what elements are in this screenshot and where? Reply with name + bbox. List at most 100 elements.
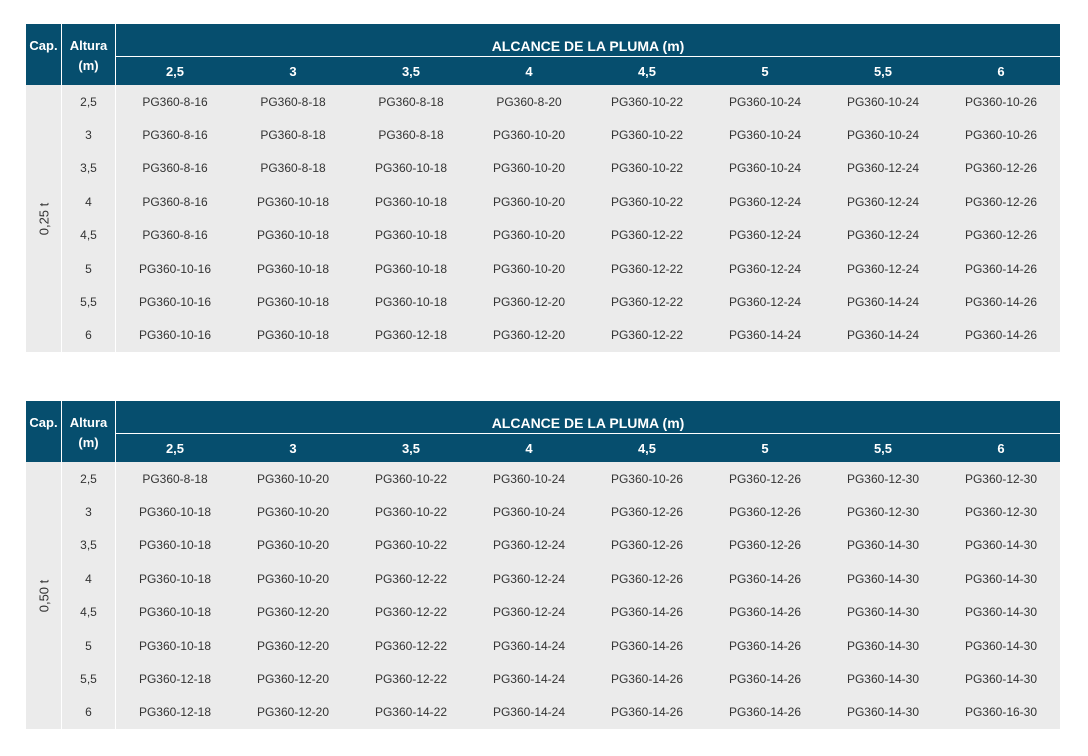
table-row: 3,5 PG360-8-16 PG360-8-18 PG360-10-18 PG360-… [26,151,1060,186]
altura-header-line2: (m) [78,435,99,450]
model-cell: PG360-12-26 [942,151,1060,186]
model-cell: PG360-10-18 [352,185,470,219]
model-cell: PG360-12-30 [942,495,1060,529]
table-row: 3 PG360-10-18 PG360-10-20 PG360-10-22 PG360-… [26,495,1060,529]
model-cell: PG360-12-24 [706,251,824,286]
model-cell: PG360-12-30 [824,495,942,529]
altura-cell: 4,5 [62,595,116,629]
model-cell: PG360-10-18 [234,218,352,252]
model-cell: PG360-14-22 [352,695,470,730]
model-cell: PG360-10-18 [352,218,470,252]
table-row: 3,5 PG360-10-18 PG360-10-20 PG360-10-22 PG36… [26,528,1060,563]
model-cell: PG360-10-18 [352,251,470,286]
altura-cell: 5,5 [62,662,116,696]
cap-header: Cap. [26,24,62,85]
model-cell: PG360-10-16 [116,251,234,286]
model-cell: PG360-10-22 [588,85,706,119]
model-cell: PG360-14-24 [470,628,588,663]
model-cell: PG360-10-22 [352,495,470,529]
model-cell: PG360-12-20 [234,595,352,629]
model-cell: PG360-14-30 [824,662,942,696]
reach-span-header: ALCANCE DE LA PLUMA (m) [116,401,1060,434]
model-cell: PG360-10-24 [824,118,942,152]
reach-header: 6 [942,57,1060,85]
model-cell: PG360-8-18 [234,85,352,119]
model-cell: PG360-10-20 [470,218,588,252]
model-cell: PG360-14-30 [942,628,1060,663]
model-cell: PG360-12-26 [588,562,706,596]
model-cell: PG360-10-18 [116,528,234,563]
model-cell: PG360-10-24 [824,85,942,119]
model-cell: PG360-8-18 [352,118,470,152]
model-cell: PG360-14-30 [942,528,1060,563]
capacity-cell: 0,50 t [26,462,62,730]
model-cell: PG360-10-20 [470,185,588,219]
model-cell: PG360-12-24 [470,528,588,563]
altura-cell: 3,5 [62,528,116,563]
model-cell: PG360-12-26 [706,462,824,496]
model-cell: PG360-10-18 [234,185,352,219]
model-cell: PG360-8-16 [116,218,234,252]
model-cell: PG360-14-30 [942,662,1060,696]
model-cell: PG360-10-24 [470,495,588,529]
model-cell: PG360-10-18 [352,285,470,319]
model-cell: PG360-12-22 [352,562,470,596]
reach-header: 4 [470,434,588,462]
model-cell: PG360-12-20 [470,318,588,353]
model-cell: PG360-12-26 [588,528,706,563]
model-cell: PG360-10-20 [470,118,588,152]
reach-header: 4,5 [588,57,706,85]
model-cell: PG360-10-20 [470,251,588,286]
altura-cell: 5 [62,251,116,286]
model-cell: PG360-10-16 [116,285,234,319]
model-cell: PG360-12-26 [706,528,824,563]
model-cell: PG360-12-20 [234,662,352,696]
model-cell: PG360-10-18 [116,628,234,663]
model-cell: PG360-12-24 [706,285,824,319]
model-cell: PG360-14-30 [824,628,942,663]
table-row: 4,5 PG360-8-16 PG360-10-18 PG360-10-18 PG360… [26,218,1060,252]
model-cell: PG360-8-18 [234,151,352,186]
model-cell: PG360-12-30 [942,462,1060,496]
model-cell: PG360-12-22 [588,318,706,353]
selection-table-025: Cap. Altura (m) ALCANCE DE LA PLUMA (m) … [26,24,1060,353]
model-cell: PG360-14-26 [706,695,824,730]
model-cell: PG360-16-30 [942,695,1060,730]
selection-table-050: Cap. Altura (m) ALCANCE DE LA PLUMA (m) … [26,401,1060,730]
altura-cell: 6 [62,318,116,353]
model-cell: PG360-8-16 [116,85,234,119]
reach-header: 4,5 [588,434,706,462]
model-cell: PG360-12-30 [824,462,942,496]
table-row: 5,5 PG360-12-18 PG360-12-20 PG360-12-22 PG36… [26,662,1060,696]
model-cell: PG360-14-24 [470,695,588,730]
model-cell: PG360-10-18 [116,562,234,596]
model-cell: PG360-12-24 [706,185,824,219]
model-cell: PG360-12-22 [588,251,706,286]
model-cell: PG360-14-26 [706,595,824,629]
model-cell: PG360-8-18 [116,462,234,496]
model-cell: PG360-12-20 [234,695,352,730]
model-cell: PG360-10-24 [706,151,824,186]
table-row: 6 PG360-10-16 PG360-10-18 PG360-12-18 PG360-… [26,318,1060,353]
model-cell: PG360-10-18 [116,595,234,629]
model-cell: PG360-10-22 [588,118,706,152]
model-cell: PG360-14-30 [824,562,942,596]
model-cell: PG360-10-18 [234,318,352,353]
altura-header-line1: Altura [69,38,108,53]
model-cell: PG360-14-24 [824,285,942,319]
model-cell: PG360-12-22 [588,218,706,252]
model-cell: PG360-14-24 [824,318,942,353]
model-cell: PG360-12-18 [116,662,234,696]
model-cell: PG360-8-20 [470,85,588,119]
altura-cell: 4,5 [62,218,116,252]
altura-cell: 2,5 [62,85,116,119]
table-row: 4 PG360-8-16 PG360-10-18 PG360-10-18 PG360-1… [26,185,1060,219]
model-cell: PG360-10-24 [706,85,824,119]
model-cell: PG360-12-24 [824,185,942,219]
model-cell: PG360-12-22 [588,285,706,319]
model-cell: PG360-14-26 [942,285,1060,319]
model-cell: PG360-10-18 [352,151,470,186]
reach-header: 5 [706,434,824,462]
model-cell: PG360-8-18 [234,118,352,152]
model-cell: PG360-12-22 [352,662,470,696]
